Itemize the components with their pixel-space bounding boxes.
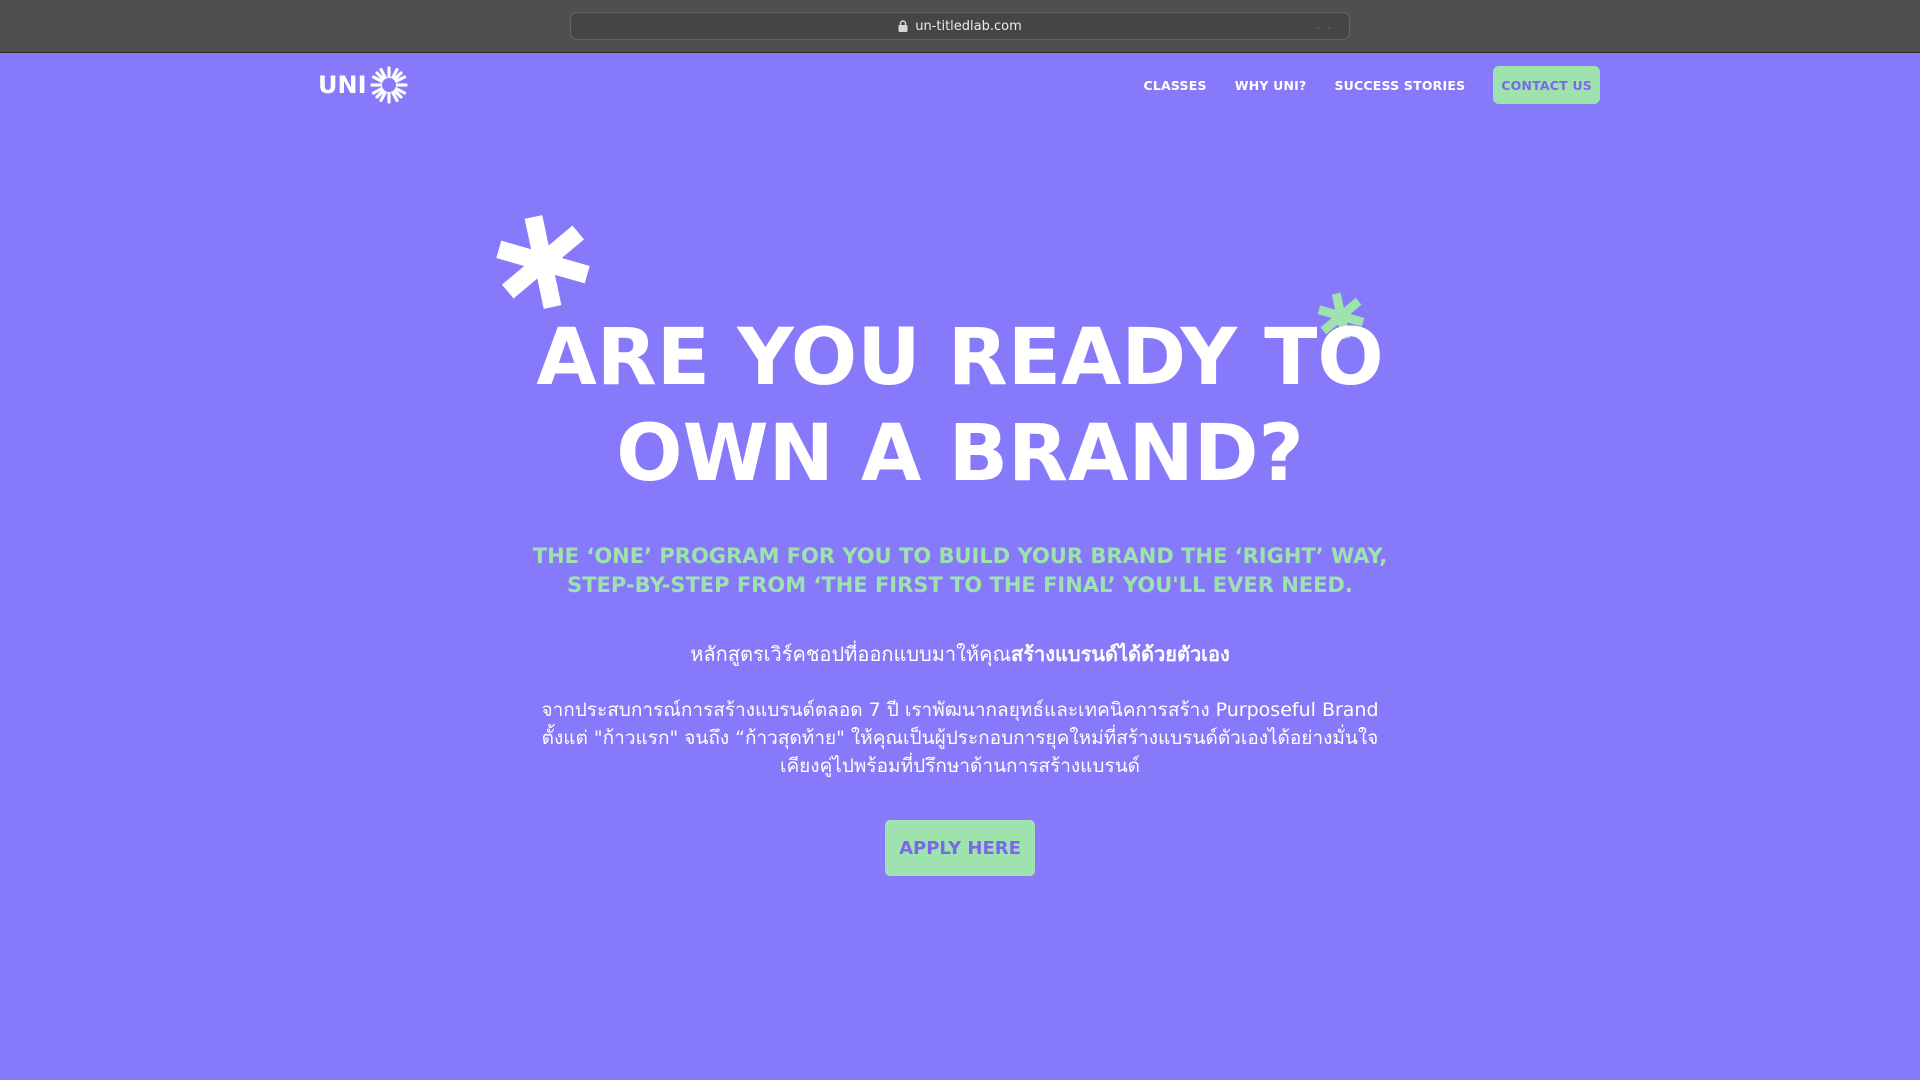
nav-success-stories[interactable]: SUCCESS STORIES <box>1334 78 1465 93</box>
lock-icon <box>898 20 908 32</box>
thai-description-line-3: เคียงคู่ไปพร้อมที่ปรึกษาด้านการสร้างแบรน… <box>779 755 1141 777</box>
url-bar-dots-icon: .. <box>1316 21 1339 32</box>
site-logo[interactable]: UNI <box>318 66 409 104</box>
thai-intro-bold: สร้างแบรนด์ได้ด้วยตัวเอง <box>1011 642 1230 666</box>
hero-title-line-1: ARE YOU READY TO <box>536 313 1384 403</box>
url-text: un-titledlab.com <box>915 18 1022 34</box>
thai-intro: หลักสูตรเวิร์คชอปที่ออกแบบมาให้คุณสร้างแ… <box>0 640 1920 668</box>
browser-toolbar: un-titledlab.com .. <box>0 0 1920 53</box>
apply-here-button[interactable]: APPLY HERE <box>885 820 1035 876</box>
tagline-line-1: THE ‘ONE’ PROGRAM FOR YOU TO BUILD YOUR … <box>532 544 1388 568</box>
main-nav: CLASSES WHY UNI? SUCCESS STORIES CONTACT… <box>1116 66 1600 104</box>
hero-title-line-2: OWN A BRAND? <box>616 409 1304 499</box>
starburst-logo-icon <box>369 66 408 104</box>
white-asterisk-icon <box>496 215 590 309</box>
nav-why-uni[interactable]: WHY UNI? <box>1235 78 1307 93</box>
hero-title: ARE YOU READY TO OWN A BRAND? <box>0 310 1920 502</box>
thai-intro-text: หลักสูตรเวิร์คชอปที่ออกแบบมาให้คุณ <box>690 642 1012 666</box>
logo-text: UNI <box>318 71 367 99</box>
thai-description-line-2: ตั้งแต่ "ก้าวแรก" จนถึง “ก้าวสุดท้าย" ให… <box>541 727 1379 749</box>
thai-description-line-1: จากประสบการณ์การสร้างแบรนด์ตลอด 7 ปี เรา… <box>541 699 1379 721</box>
nav-classes[interactable]: CLASSES <box>1144 78 1207 93</box>
hero-tagline: THE ‘ONE’ PROGRAM FOR YOU TO BUILD YOUR … <box>0 542 1920 600</box>
contact-us-button[interactable]: CONTACT US <box>1493 66 1600 104</box>
address-bar[interactable]: un-titledlab.com .. <box>570 12 1350 40</box>
tagline-line-2: STEP-BY-STEP FROM ‘THE FIRST TO THE FINA… <box>567 573 1353 597</box>
thai-description: จากประสบการณ์การสร้างแบรนด์ตลอด 7 ปี เรา… <box>0 696 1920 780</box>
